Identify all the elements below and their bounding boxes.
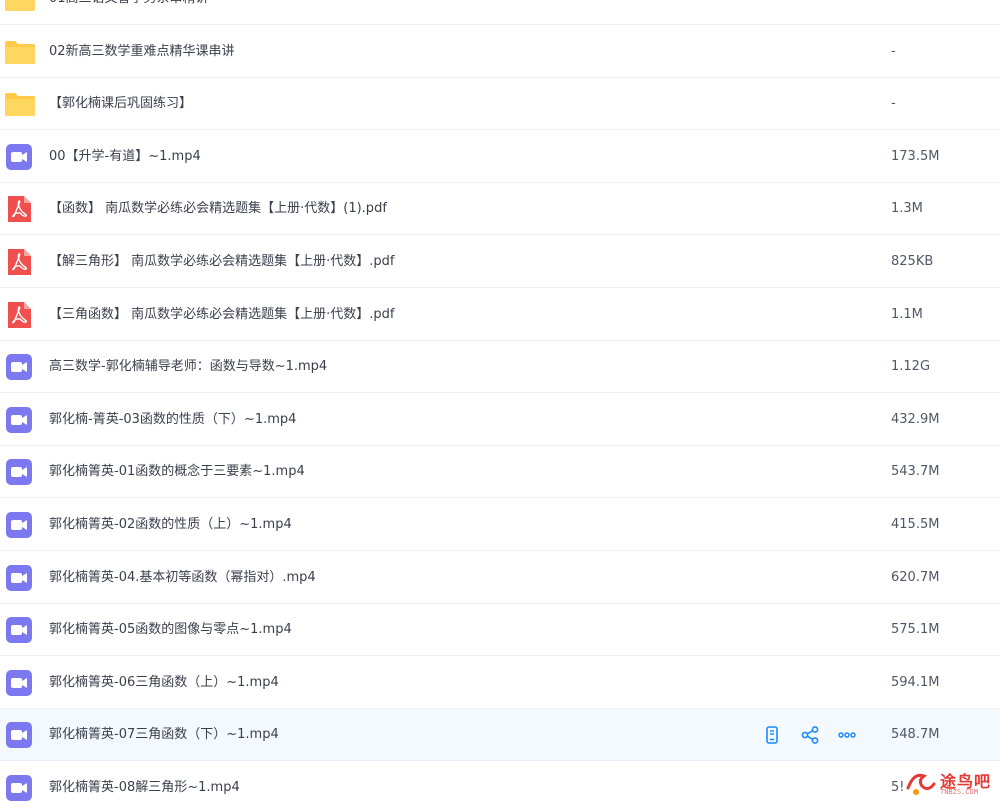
file-size: 543.7M bbox=[891, 464, 940, 480]
video-file-icon bbox=[5, 511, 33, 539]
video-file-icon bbox=[5, 353, 33, 381]
pdf-file-icon bbox=[5, 301, 33, 329]
file-size: 432.9M bbox=[891, 411, 940, 427]
file-row[interactable]: 郭化楠箐英-05函数的图像与零点~1.mp4 575.1M bbox=[0, 604, 1000, 657]
file-row[interactable]: 郭化楠箐英-06三角函数（上）~1.mp4 594.1M bbox=[0, 657, 1000, 709]
file-size: - bbox=[891, 96, 896, 112]
file-size: - bbox=[891, 43, 896, 59]
watermark-subtext: TNBZS.COM bbox=[940, 788, 978, 796]
share-icon[interactable] bbox=[800, 725, 820, 745]
file-row[interactable]: 【三角函数】 南瓜数学必练必会精选题集【上册·代数】.pdf 1.1M bbox=[0, 289, 1000, 341]
video-file-icon bbox=[5, 721, 33, 749]
file-name[interactable]: 00【升学-有道】~1.mp4 bbox=[49, 131, 201, 183]
file-name[interactable]: 郭化楠箐英-04.基本初等函数（幂指对）.mp4 bbox=[49, 552, 316, 604]
video-file-icon bbox=[5, 616, 33, 644]
file-name[interactable]: 【解三角形】 南瓜数学必练必会精选题集【上册·代数】.pdf bbox=[49, 236, 394, 288]
pdf-file-icon bbox=[5, 195, 33, 223]
file-name[interactable]: 郭化楠箐英-06三角函数（上）~1.mp4 bbox=[49, 657, 279, 709]
pdf-file-icon bbox=[5, 248, 33, 276]
watermark: 途鸟吧 TNBZS.COM bbox=[900, 764, 1000, 802]
video-file-icon bbox=[5, 406, 33, 434]
file-size: 548.7M bbox=[891, 727, 940, 743]
file-row[interactable]: 郭化楠箐英-07三角函数（下）~1.mp4 548.7M bbox=[0, 709, 1000, 762]
file-list: 01高三语文香李男系串精讲02新高三数学重难点精华课串讲-【郭化楠课后巩固练习】… bbox=[0, 0, 1000, 802]
file-size: 1.1M bbox=[891, 306, 923, 322]
file-row[interactable]: 高三数学-郭化楠辅导老师：函数与导数~1.mp4 1.12G bbox=[0, 341, 1000, 394]
file-name[interactable]: 02新高三数学重难点精华课串讲 bbox=[49, 26, 235, 78]
file-row[interactable]: 郭化楠箐英-08解三角形~1.mp4 5! bbox=[0, 762, 1000, 802]
file-row[interactable]: 郭化楠箐英-01函数的概念于三要素~1.mp4 543.7M bbox=[0, 446, 1000, 499]
file-name[interactable]: 01高三语文香李男系串精讲 bbox=[49, 0, 209, 25]
file-row[interactable]: 郭化楠-箐英-03函数的性质（下）~1.mp4 432.9M bbox=[0, 394, 1000, 446]
watermark-logo-icon bbox=[906, 773, 936, 795]
file-name[interactable]: 郭化楠箐英-02函数的性质（上）~1.mp4 bbox=[49, 499, 292, 551]
file-size: 575.1M bbox=[891, 622, 940, 638]
file-name[interactable]: 郭化楠箐英-01函数的概念于三要素~1.mp4 bbox=[49, 446, 305, 498]
file-size: 620.7M bbox=[891, 569, 940, 585]
video-file-icon bbox=[5, 458, 33, 486]
file-row[interactable]: 【函数】 南瓜数学必练必会精选题集【上册·代数】(1).pdf 1.3M bbox=[0, 183, 1000, 236]
file-row[interactable]: 【解三角形】 南瓜数学必练必会精选题集【上册·代数】.pdf 825KB bbox=[0, 236, 1000, 288]
file-row[interactable]: 【郭化楠课后巩固练习】 - bbox=[0, 78, 1000, 131]
file-row[interactable]: 郭化楠箐英-04.基本初等函数（幂指对）.mp4 620.7M bbox=[0, 552, 1000, 604]
file-name[interactable]: 郭化楠箐英-05函数的图像与零点~1.mp4 bbox=[49, 604, 292, 656]
file-name[interactable]: 【函数】 南瓜数学必练必会精选题集【上册·代数】(1).pdf bbox=[49, 183, 387, 235]
video-file-icon bbox=[5, 143, 33, 171]
file-row[interactable]: 02新高三数学重难点精华课串讲 - bbox=[0, 26, 1000, 78]
folder-icon bbox=[4, 90, 35, 118]
file-name[interactable]: 郭化楠-箐英-03函数的性质（下）~1.mp4 bbox=[49, 394, 296, 446]
video-file-icon bbox=[5, 564, 33, 592]
file-name[interactable]: 郭化楠箐英-08解三角形~1.mp4 bbox=[49, 762, 240, 802]
file-name[interactable]: 【郭化楠课后巩固练习】 bbox=[49, 78, 192, 130]
more-icon[interactable] bbox=[837, 725, 857, 745]
file-size: 1.12G bbox=[891, 359, 931, 375]
file-name[interactable]: 郭化楠箐英-07三角函数（下）~1.mp4 bbox=[49, 709, 279, 761]
file-row[interactable]: 00【升学-有道】~1.mp4 173.5M bbox=[0, 131, 1000, 183]
file-row[interactable]: 01高三语文香李男系串精讲 bbox=[0, 0, 1000, 25]
folder-icon bbox=[4, 0, 35, 13]
phone-icon[interactable] bbox=[762, 725, 782, 745]
file-size: 594.1M bbox=[891, 674, 940, 690]
file-name[interactable]: 【三角函数】 南瓜数学必练必会精选题集【上册·代数】.pdf bbox=[49, 289, 394, 341]
file-size: 825KB bbox=[891, 254, 934, 269]
video-file-icon bbox=[5, 669, 33, 697]
folder-icon bbox=[4, 38, 35, 66]
video-file-icon bbox=[5, 774, 33, 802]
file-size: 415.5M bbox=[891, 517, 940, 532]
file-size: 1.3M bbox=[891, 201, 923, 217]
file-name[interactable]: 高三数学-郭化楠辅导老师：函数与导数~1.mp4 bbox=[49, 341, 327, 393]
file-row[interactable]: 郭化楠箐英-02函数的性质（上）~1.mp4 415.5M bbox=[0, 499, 1000, 551]
file-size: 173.5M bbox=[891, 148, 940, 164]
